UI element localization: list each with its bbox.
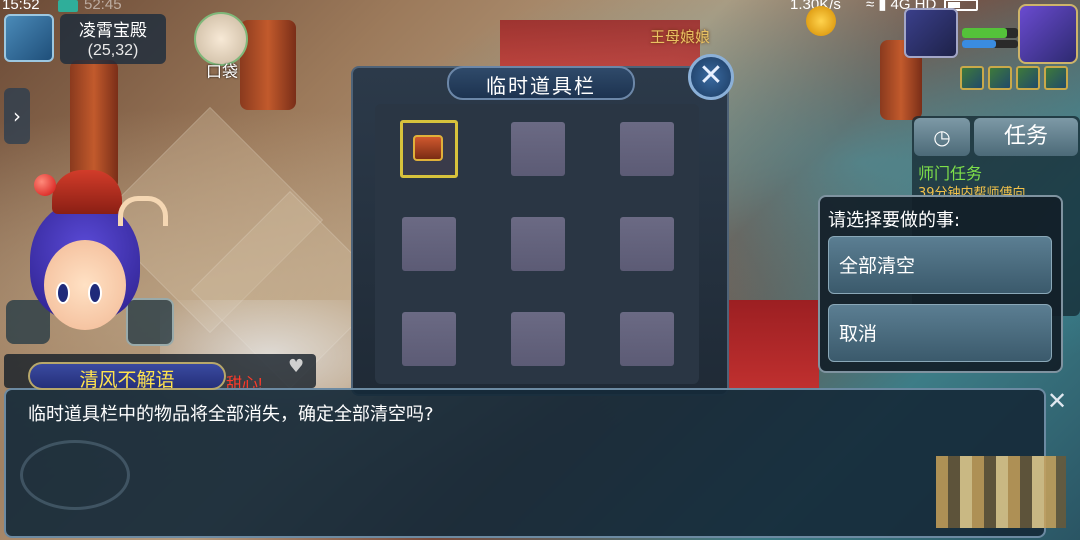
treasure-chest-icon [413, 135, 443, 161]
character-antler [118, 196, 168, 226]
choice-title: 请选择要做的事: [828, 210, 961, 231]
panel-title-banner: 临时道具栏 [447, 66, 635, 100]
item-slot[interactable] [511, 217, 565, 271]
pixelated-watermark [936, 456, 1066, 528]
buff-row [960, 66, 1068, 90]
panel-title: 临时道具栏 [486, 74, 596, 98]
item-slot[interactable] [400, 120, 458, 178]
item-slot[interactable] [511, 312, 565, 366]
pet-portrait[interactable] [904, 8, 958, 58]
item-slot[interactable] [511, 122, 565, 176]
item-slot[interactable] [620, 217, 674, 271]
character-hat-ball [34, 174, 56, 196]
location-panel[interactable]: 凌霄宝殿 (25,32) [60, 14, 166, 64]
pet-chick-icon[interactable] [806, 6, 836, 36]
buff-icon[interactable] [988, 66, 1012, 90]
location-coords: (25,32) [87, 42, 139, 59]
buff-icon[interactable] [1044, 66, 1068, 90]
item-slot[interactable] [620, 122, 674, 176]
app-notification-icon [58, 0, 78, 12]
item-slot[interactable] [620, 312, 674, 366]
clear-all-button[interactable]: 全部清空 [828, 236, 1052, 294]
decorative-swirl [20, 440, 130, 510]
heart-icon[interactable]: ♥ [288, 356, 304, 377]
pillar [240, 20, 296, 110]
hp-bar [962, 28, 1018, 38]
signal-icon: ▮ [878, 0, 887, 13]
item-slot[interactable] [402, 312, 456, 366]
buff-icon[interactable] [960, 66, 984, 90]
close-icon[interactable]: ✕ [1044, 388, 1070, 414]
player-portrait[interactable] [1018, 4, 1078, 64]
timer-clock-icon[interactable]: ◷ [914, 118, 970, 156]
speaker-name: 清风不解语 [79, 369, 175, 391]
bag-label: 口袋 [205, 62, 238, 81]
location-name: 凌霄宝殿 [79, 21, 147, 41]
mp-fill [962, 40, 996, 48]
wifi-icon: ≈ [866, 0, 875, 13]
red-carpet [729, 300, 819, 390]
character-face [44, 240, 126, 330]
cancel-button[interactable]: 取消 [828, 304, 1052, 362]
character-eye [56, 282, 70, 304]
tab-task[interactable]: 任务 [974, 118, 1078, 156]
ghost-time: 52:45 [84, 0, 122, 13]
minimap-icon[interactable] [4, 14, 54, 62]
character-hat [52, 170, 122, 214]
npc-name-label[interactable]: 王母娘娘 [650, 26, 710, 47]
speaker-tag: 清风不解语 [28, 362, 226, 391]
buff-icon[interactable] [1016, 66, 1040, 90]
mp-bar [962, 40, 1018, 48]
item-slot[interactable] [402, 217, 456, 271]
dialog-text: 临时道具栏中的物品将全部消失，确定全部清空吗? [28, 404, 434, 425]
character-eye [88, 282, 102, 304]
close-icon[interactable]: ✕ [688, 54, 734, 100]
clock-time: 15:52 [2, 0, 40, 13]
speaker-portrait [12, 170, 172, 370]
quest-title[interactable]: 师门任务 [918, 160, 982, 184]
expand-left-button[interactable]: › [4, 88, 30, 144]
hp-fill [962, 28, 1007, 38]
